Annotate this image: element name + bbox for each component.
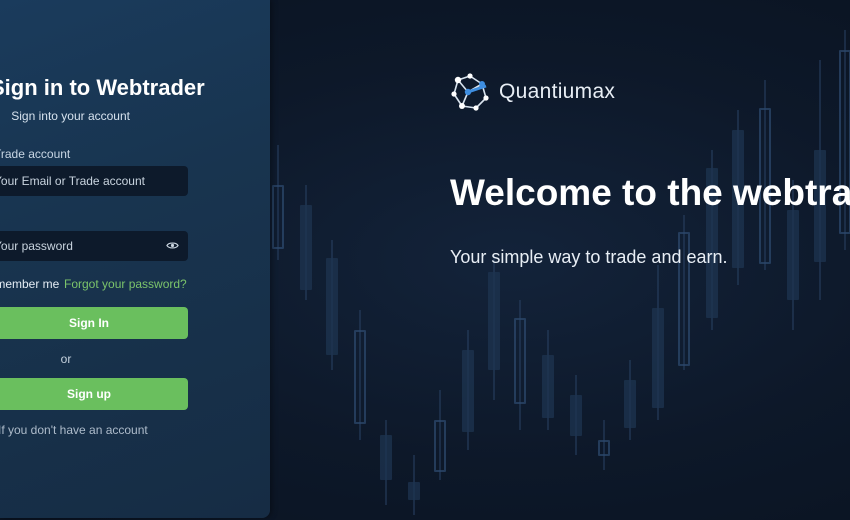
candle-body bbox=[408, 482, 420, 500]
candle bbox=[354, 310, 366, 440]
candle-body bbox=[326, 258, 338, 355]
remember-me-checkbox[interactable]: Remember me bbox=[0, 277, 59, 291]
candle-body bbox=[542, 355, 554, 418]
candle bbox=[678, 215, 690, 370]
candle bbox=[434, 390, 446, 480]
candle bbox=[272, 145, 284, 260]
trade-account-label: Trade account bbox=[0, 147, 71, 161]
candle bbox=[598, 420, 610, 470]
candle-body bbox=[652, 308, 664, 408]
login-panel: Sign in to Webtrader Sign into your acco… bbox=[0, 0, 270, 518]
brand-name: Quantiumax bbox=[499, 80, 616, 103]
candle-body bbox=[462, 350, 474, 432]
password-input[interactable]: Your password bbox=[0, 231, 188, 261]
candle bbox=[652, 265, 664, 420]
tagline: Your simple way to trade and earn. bbox=[450, 247, 728, 267]
login-title: Sign in to Webtrader bbox=[0, 75, 205, 100]
candle bbox=[408, 455, 420, 515]
candle bbox=[462, 330, 474, 450]
sign-up-button[interactable]: Sign up bbox=[0, 378, 188, 410]
candle-body bbox=[300, 205, 312, 290]
candle-body bbox=[514, 318, 526, 404]
password-placeholder: Your password bbox=[0, 239, 73, 253]
candle bbox=[514, 300, 526, 430]
candle-body bbox=[570, 395, 582, 436]
trade-account-input[interactable]: Your Email or Trade account bbox=[0, 166, 188, 196]
candle-body bbox=[624, 380, 636, 428]
no-account-text: If you don't have an account bbox=[0, 423, 148, 437]
brand-logo-icon bbox=[451, 73, 489, 111]
brand: Quantiumax bbox=[448, 70, 615, 114]
candle bbox=[380, 420, 392, 505]
candle-body bbox=[272, 185, 284, 249]
candle bbox=[624, 360, 636, 440]
candle-body bbox=[434, 420, 446, 472]
candle-body bbox=[598, 440, 610, 456]
candle bbox=[300, 185, 312, 300]
candle-body bbox=[488, 272, 500, 370]
candle bbox=[542, 330, 554, 430]
trade-account-placeholder: Your Email or Trade account bbox=[0, 174, 145, 188]
welcome-heading: Welcome to the webtrader bbox=[450, 172, 850, 213]
login-subtitle: Sign into your account bbox=[11, 109, 130, 123]
candle bbox=[488, 255, 500, 400]
candle-body bbox=[380, 435, 392, 480]
sign-in-button[interactable]: Sign In bbox=[0, 307, 188, 339]
candle-body bbox=[787, 210, 799, 300]
candle-body bbox=[354, 330, 366, 424]
or-divider: or bbox=[60, 352, 72, 366]
candle bbox=[839, 30, 850, 250]
forgot-password-link[interactable]: Forgot your password? bbox=[64, 277, 187, 291]
candle bbox=[326, 240, 338, 370]
eye-icon[interactable] bbox=[166, 240, 179, 251]
candle bbox=[570, 375, 582, 455]
